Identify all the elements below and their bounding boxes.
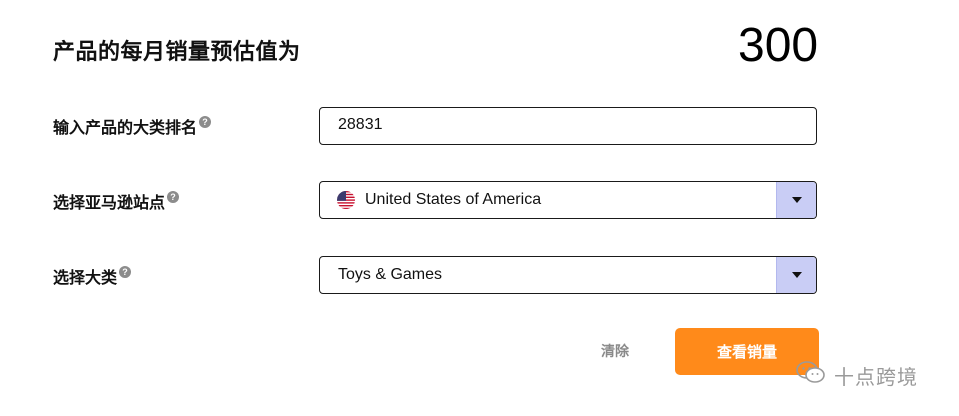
wechat-icon xyxy=(796,360,826,391)
question-circle-icon[interactable]: ? xyxy=(119,266,132,278)
question-circle-icon[interactable]: ? xyxy=(167,191,180,203)
rank-field[interactable] xyxy=(319,107,817,145)
chevron-down-icon[interactable] xyxy=(776,182,816,218)
marketplace-select[interactable]: United States of America xyxy=(319,181,817,219)
watermark: 十点跨境 xyxy=(796,360,918,391)
category-selected-value: Toys & Games xyxy=(338,266,443,283)
marketplace-selected-value: United States of America xyxy=(365,191,542,208)
us-flag-icon xyxy=(337,191,355,209)
marketplace-label-row: 选择亚马逊站点 ? xyxy=(53,189,180,213)
page-title: 产品的每月销量预估值为 xyxy=(53,40,301,65)
question-circle-icon[interactable]: ? xyxy=(199,116,212,128)
category-label: 选择大类 xyxy=(53,268,118,287)
category-select[interactable]: Toys & Games xyxy=(319,256,817,294)
clear-button[interactable]: 清除 xyxy=(585,331,645,371)
rank-label-row: 输入产品的大类排名 ? xyxy=(53,114,212,138)
category-label-row: 选择大类 ? xyxy=(53,264,132,288)
estimate-value: 300 xyxy=(738,19,819,72)
chevron-down-icon[interactable] xyxy=(776,257,816,293)
watermark-text: 十点跨境 xyxy=(834,365,918,389)
rank-input[interactable] xyxy=(338,116,798,134)
rank-label: 输入产品的大类排名 xyxy=(53,118,198,137)
marketplace-label: 选择亚马逊站点 xyxy=(53,193,166,212)
